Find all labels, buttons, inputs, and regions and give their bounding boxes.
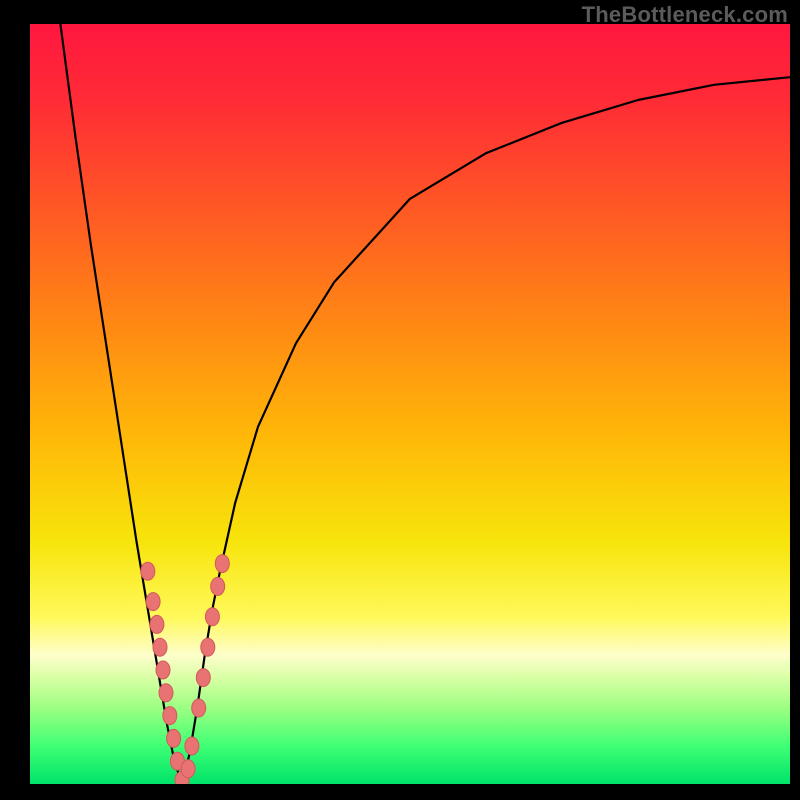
- data-marker: [201, 638, 215, 656]
- data-marker: [181, 760, 195, 778]
- data-marker: [150, 615, 164, 633]
- chart-frame: TheBottleneck.com: [0, 0, 800, 800]
- data-marker: [185, 737, 199, 755]
- data-marker: [163, 707, 177, 725]
- data-marker: [156, 661, 170, 679]
- data-marker: [205, 608, 219, 626]
- watermark-text: TheBottleneck.com: [582, 2, 788, 28]
- data-marker: [153, 638, 167, 656]
- data-marker: [192, 699, 206, 717]
- data-marker: [215, 555, 229, 573]
- data-marker: [196, 669, 210, 687]
- data-marker: [167, 729, 181, 747]
- data-marker: [141, 562, 155, 580]
- chart-svg: [30, 24, 790, 784]
- plot-area: [30, 24, 790, 784]
- data-marker: [211, 577, 225, 595]
- data-marker: [159, 684, 173, 702]
- gradient-background: [30, 24, 790, 784]
- data-marker: [146, 593, 160, 611]
